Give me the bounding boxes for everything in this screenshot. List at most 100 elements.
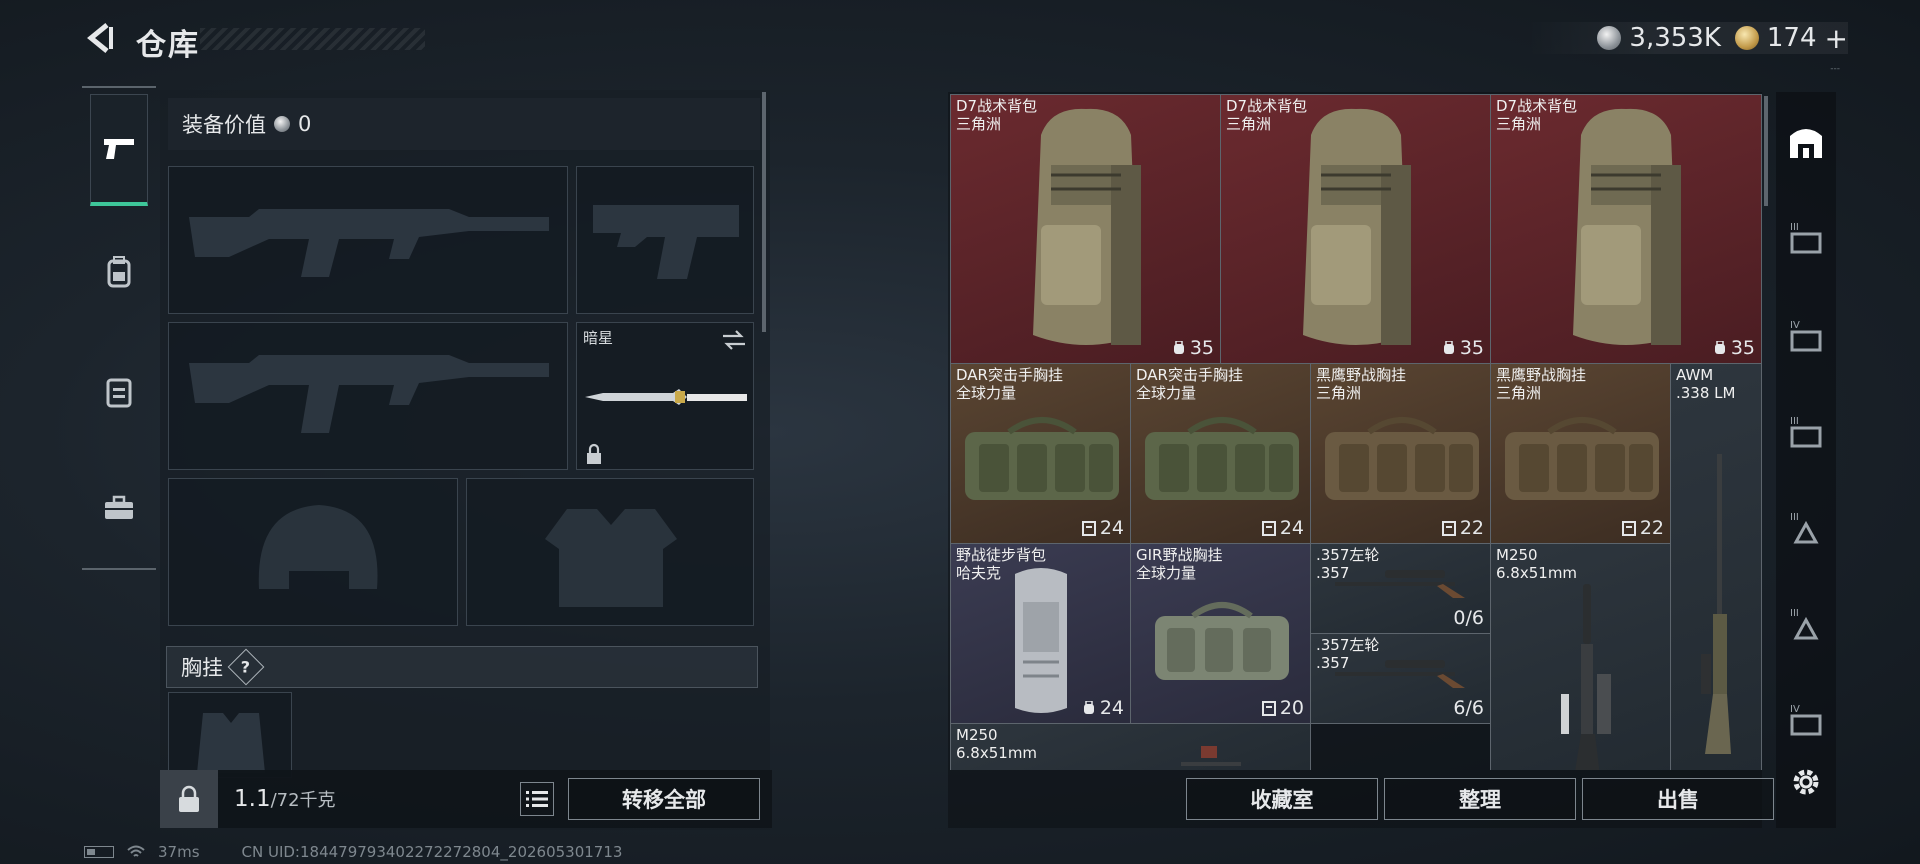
secondary-weapon-slot[interactable]: [168, 322, 568, 470]
lock-icon: [587, 443, 601, 464]
chest-rig-item-icon: [1505, 417, 1659, 500]
item-name: 黑鹰野战胸挂 三角洲: [1316, 366, 1407, 402]
capacity-icon: [1441, 521, 1456, 536]
silver-currency[interactable]: 3,353K: [1597, 23, 1721, 53]
stash-tier-icon: III: [1790, 222, 1822, 254]
stash-scrollbar[interactable]: [1764, 96, 1768, 206]
warehouse-icon: [1790, 129, 1822, 158]
weight-lock-icon: [179, 785, 199, 812]
svg-text:III: III: [1790, 416, 1799, 427]
equipment-value-label: 装备价值: [182, 113, 266, 137]
settings-button[interactable]: [1776, 750, 1836, 814]
item-count: 22: [1441, 517, 1484, 539]
silver-amount: 3,353K: [1629, 23, 1721, 53]
stash-item[interactable]: DAR突击手胸挂 全球力量 24: [950, 363, 1131, 544]
item-count: 24: [1082, 697, 1124, 719]
armor-slot[interactable]: [466, 478, 754, 626]
capacity-icon: [1621, 521, 1636, 536]
pistol-silhouette-icon: [593, 205, 739, 279]
silver-coin-icon: [274, 116, 290, 132]
carry-weight: 1.1/72千克: [234, 786, 336, 812]
stash-item[interactable]: 黑鹰野战胸挂 三角洲 22: [1310, 363, 1491, 544]
helmet-slot[interactable]: [168, 478, 458, 626]
backpack-item-icon: [1033, 108, 1141, 345]
gold-coin-icon: [1734, 26, 1759, 50]
stash-tab-main[interactable]: [1776, 110, 1836, 174]
version-text: ---: [1830, 64, 1840, 74]
chest-rig-slot[interactable]: [168, 692, 292, 778]
chest-rig-item-icon: [965, 417, 1119, 500]
stash-item[interactable]: .357左轮 .357 0/6: [1310, 543, 1491, 634]
stash-tab-8[interactable]: IV: [1776, 688, 1836, 752]
item-count: 35: [1172, 337, 1214, 359]
rifle-silhouette-icon: [189, 355, 549, 433]
stash-item[interactable]: M250 6.8x51mm: [1490, 543, 1671, 770]
stash-item[interactable]: 黑鹰野战胸挂 三角洲 22: [1490, 363, 1671, 544]
stash-item[interactable]: M250 6.8x51mm: [950, 723, 1311, 770]
back-button[interactable]: [80, 18, 120, 58]
stash-tab-3[interactable]: III: [1776, 206, 1836, 270]
stash-item[interactable]: D7战术背包 三角洲 35: [950, 94, 1221, 364]
backpack-item-icon: [1573, 108, 1681, 345]
item-name: DAR突击手胸挂 全球力量: [956, 366, 1063, 402]
stash-tier-icon: IV: [1790, 320, 1822, 352]
stash-item[interactable]: GIR野战胸挂 全球力量 20: [1130, 543, 1311, 724]
toolbox-icon: [105, 495, 133, 519]
category-case[interactable]: [90, 452, 148, 564]
stash-item[interactable]: 野战徒步背包 哈夫克 24: [950, 543, 1131, 724]
revolver-item-icon: [1335, 660, 1465, 688]
melee-slot[interactable]: 暗星: [576, 322, 754, 470]
melee-name: 暗星: [583, 329, 614, 347]
battery-icon: [84, 846, 114, 858]
category-backpack[interactable]: [90, 216, 148, 328]
stash-item[interactable]: AWM .338 LM: [1670, 363, 1762, 770]
item-name: AWM .338 LM: [1676, 366, 1736, 402]
item-count: 35: [1442, 337, 1484, 359]
item-count: 22: [1621, 517, 1664, 539]
knife-icon: [585, 389, 747, 405]
stash-item[interactable]: .357左轮 .357 6/6: [1310, 633, 1491, 724]
transfer-all-button[interactable]: 转移全部: [568, 778, 760, 820]
help-icon[interactable]: ?: [227, 648, 265, 686]
capacity-icon: [1173, 341, 1184, 354]
swap-icon[interactable]: [721, 329, 747, 351]
stash-tab-4[interactable]: IV: [1776, 304, 1836, 368]
stash-tab-6[interactable]: III: [1776, 496, 1836, 560]
stash-item[interactable]: D7战术背包 三角洲 35: [1490, 94, 1762, 364]
stash-tier-icon: III: [1790, 416, 1822, 448]
sell-button[interactable]: 出售: [1582, 778, 1774, 820]
loadout-scrollbar[interactable]: [762, 92, 766, 332]
pistol-slot[interactable]: [576, 166, 754, 314]
stash-tier-icon: III: [1790, 512, 1819, 544]
primary-weapon-slot[interactable]: [168, 166, 568, 314]
stash-item[interactable]: D7战术背包 三角洲 35: [1220, 94, 1491, 364]
stash-grid: D7战术背包 三角洲 35 D7战术背包 三角洲 35 D7战术背包 三角洲 3…: [950, 94, 1762, 770]
gold-currency[interactable]: 174 +: [1734, 22, 1848, 55]
category-weapons[interactable]: [90, 94, 148, 206]
category-chest-rig[interactable]: [90, 336, 148, 448]
sort-button[interactable]: 整理: [1384, 778, 1576, 820]
rifle-silhouette-icon: [189, 209, 549, 277]
collection-room-button[interactable]: 收藏室: [1186, 778, 1378, 820]
chest-rig-item-icon: [1325, 417, 1479, 500]
ping-text: 37ms: [158, 843, 200, 861]
add-currency-button[interactable]: +: [1825, 22, 1848, 55]
item-count: 24: [1261, 517, 1304, 539]
category-rail: [82, 86, 156, 570]
chest-rig-item-icon: [1145, 417, 1299, 500]
chevron-left-icon: [87, 23, 113, 53]
stash-tab-5[interactable]: III: [1776, 400, 1836, 464]
capacity-lock-button[interactable]: [160, 770, 218, 828]
item-count: 35: [1713, 337, 1755, 359]
item-count: 24: [1081, 517, 1124, 539]
list-icon: [526, 791, 548, 807]
title-decoration: [200, 28, 425, 50]
list-view-button[interactable]: [520, 782, 554, 816]
stash-item[interactable]: DAR突击手胸挂 全球力量 24: [1130, 363, 1311, 544]
capacity-icon: [1261, 701, 1276, 716]
stash-tab-7[interactable]: III: [1776, 592, 1836, 656]
revolver-item-icon: [1335, 570, 1465, 598]
svg-text:III: III: [1790, 222, 1799, 233]
item-name: M250 6.8x51mm: [956, 726, 1038, 762]
svg-text:IV: IV: [1790, 704, 1800, 715]
